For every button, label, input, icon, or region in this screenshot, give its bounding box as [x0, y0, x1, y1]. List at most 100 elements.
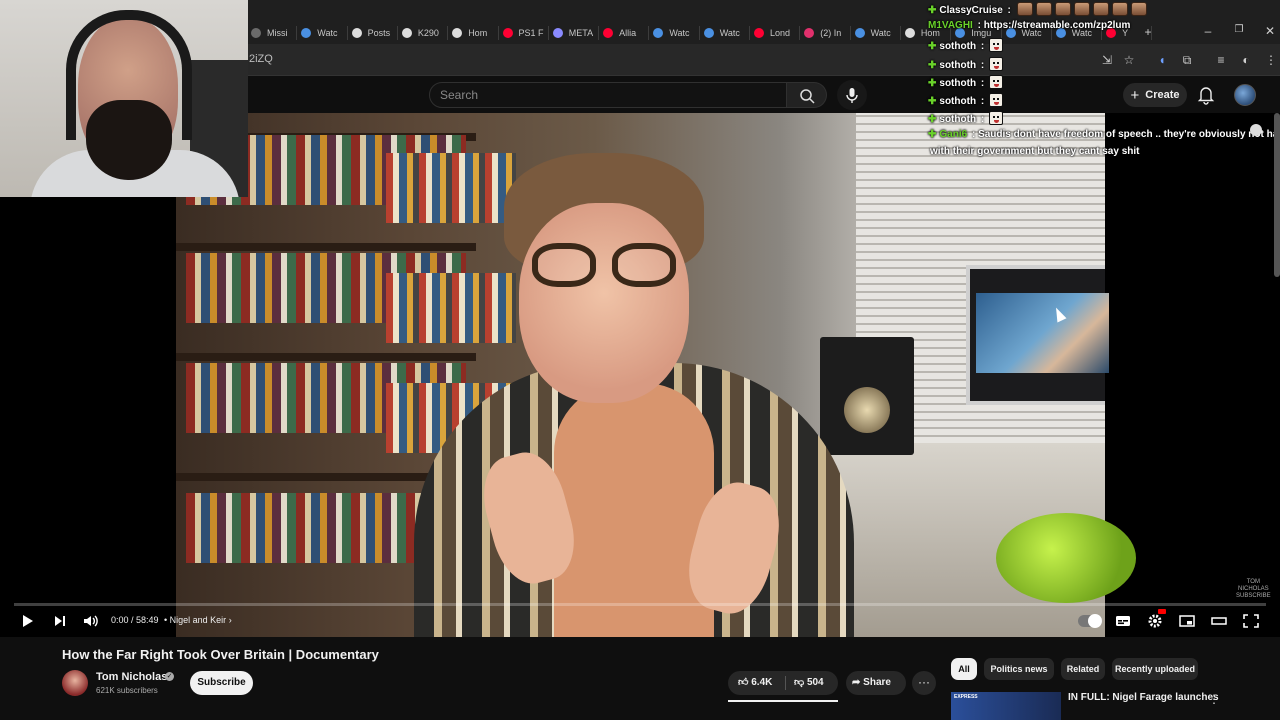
stream-chat-overlay: ✚ ClassyCruise : M1VAGHI : https://stream… — [924, 0, 1280, 170]
face-emote-icon — [1035, 2, 1052, 16]
mute-button[interactable] — [81, 612, 101, 630]
url-field[interactable]: 2iZQ — [249, 53, 273, 65]
more-actions-button[interactable]: ··· — [912, 671, 936, 695]
chat-username[interactable]: sothoth — [939, 41, 976, 52]
chat-message: M1VAGHI : https://streamable.com/zp2lum — [928, 20, 1130, 31]
gear-icon — [1148, 614, 1162, 628]
browser-tab[interactable]: Watc — [301, 22, 343, 44]
miniplayer-button[interactable] — [1177, 612, 1197, 630]
subscriber-badge-icon: ✚ — [928, 129, 937, 141]
browser-tab[interactable]: PS1 F — [502, 22, 545, 44]
skip-next-icon — [55, 616, 65, 626]
video-title: How the Far Right Took Over Britain | Do… — [62, 647, 379, 662]
face-emote-icon — [1111, 2, 1128, 16]
chat-separator: : — [978, 77, 987, 89]
miniplayer-icon — [1179, 615, 1195, 627]
chat-username[interactable]: sothoth — [939, 114, 976, 125]
microphone-icon — [846, 88, 858, 103]
chat-username[interactable]: sothoth — [939, 96, 976, 107]
search-button[interactable] — [787, 82, 827, 108]
filter-chip[interactable]: Politics news — [984, 658, 1054, 680]
chapter-button[interactable]: • Nigel and Keir › — [164, 615, 232, 625]
scream-emote-icon — [988, 38, 1003, 53]
instagram-icon — [804, 28, 815, 38]
face-emote-icon — [1054, 2, 1071, 16]
hd-badge-icon — [1158, 609, 1166, 614]
autoplay-toggle[interactable] — [1078, 614, 1102, 628]
channel-watermark[interactable]: TOM NICHOLAS SUBSCRIBE — [1236, 579, 1271, 600]
search-icon — [800, 89, 815, 104]
related-more-icon[interactable]: ⋮ — [1208, 692, 1220, 706]
scream-emote-icon — [988, 74, 1003, 89]
browser-tab[interactable]: Watc — [653, 22, 695, 44]
channel-name[interactable]: Tom Nicholas — [96, 671, 167, 683]
browser-tab[interactable]: Allia — [603, 22, 645, 44]
subscriber-count: 621K subscribers — [96, 686, 158, 695]
browser-tab[interactable]: META — [552, 22, 595, 44]
chat-emote-icon — [1250, 124, 1262, 136]
browser-tab[interactable]: Watc — [703, 22, 746, 44]
chapter-title: • Nigel and Keir — [164, 615, 227, 625]
video-frame — [176, 113, 1136, 637]
like-button[interactable]: 👍︎ 6.4K — [728, 671, 784, 695]
browser-tab-label: META — [568, 28, 594, 38]
browser-tab-label: Posts — [367, 28, 391, 38]
browser-tab-label: Watc — [317, 28, 338, 38]
browser-tab[interactable]: Watc — [854, 22, 897, 44]
youtube-icon — [603, 28, 614, 38]
chat-username[interactable]: Gani6 — [939, 129, 967, 140]
subscribe-button[interactable]: Subscribe — [190, 671, 253, 695]
browser-tab-label: Hom — [468, 28, 488, 38]
chat-username[interactable]: M1VAGHI — [928, 20, 973, 31]
theater-mode-button[interactable] — [1209, 612, 1229, 630]
browser-tab[interactable]: (2) In — [804, 22, 846, 44]
related-video-thumbnail[interactable]: EXPRESS — [951, 692, 1061, 720]
play-button[interactable] — [18, 612, 38, 630]
thumbs-up-icon: 👍︎ — [738, 677, 749, 688]
settings-button[interactable] — [1145, 609, 1166, 630]
chat-message: ✚ Gani6 : Saudis dont have freedom of spe… — [928, 129, 1280, 140]
verified-check-icon: ✓ — [165, 672, 174, 681]
chat-message: ✚ sothoth : — [928, 38, 1003, 53]
x-icon — [904, 28, 915, 38]
chat-username[interactable]: sothoth — [939, 78, 976, 89]
scream-emote-icon — [988, 111, 1003, 126]
browser-tab-label: PS1 F — [518, 28, 544, 38]
chat-username[interactable]: sothoth — [939, 60, 976, 71]
globe-icon — [301, 28, 312, 38]
browser-tab[interactable]: K290 — [401, 22, 444, 44]
chat-message-continuation: with their government but they cant say … — [930, 146, 1140, 157]
filter-chip[interactable]: All — [951, 658, 977, 680]
browser-tab-label: Missi — [267, 28, 288, 38]
next-button[interactable] — [50, 612, 70, 630]
webcam-overlay — [0, 0, 248, 197]
browser-tab[interactable]: Hom — [452, 22, 494, 44]
browser-tab[interactable]: Posts — [351, 22, 394, 44]
search-input[interactable]: Search — [429, 82, 787, 108]
page-scrollbar[interactable] — [1274, 113, 1280, 277]
scream-emote-icon — [988, 56, 1003, 71]
filter-chip[interactable]: Recently uploaded — [1112, 658, 1198, 680]
related-video-title[interactable]: IN FULL: Nigel Farage launches — [1068, 692, 1219, 703]
channel-avatar[interactable] — [62, 670, 88, 696]
browser-tab-label: Watc — [870, 28, 891, 38]
theater-icon — [1211, 617, 1227, 625]
chat-message: ✚ ClassyCruise : — [928, 2, 1147, 16]
chat-message: ✚ sothoth : — [928, 111, 1003, 126]
play-icon — [23, 615, 33, 627]
subtitles-button[interactable] — [1113, 612, 1133, 630]
chat-text: Saudis dont have freedom of speech .. th… — [978, 129, 1280, 141]
voice-search-button[interactable] — [837, 80, 867, 110]
face-emote-icon — [1073, 2, 1090, 16]
filter-chip[interactable]: Related — [1061, 658, 1105, 680]
fullscreen-button[interactable] — [1241, 612, 1261, 630]
dislike-button[interactable]: 👎︎ 504 — [786, 671, 838, 695]
share-button[interactable]: ➦ Share — [846, 671, 906, 695]
browser-tab[interactable]: Missi — [251, 22, 293, 44]
chat-username[interactable]: ClassyCruise — [939, 5, 1002, 16]
browser-tab[interactable]: Lond — [754, 22, 796, 44]
video-info: How the Far Right Took Over Britain | Do… — [0, 637, 1280, 720]
chat-message: ✚ sothoth : — [928, 56, 1003, 71]
globe-icon — [653, 28, 664, 38]
captions-icon — [1116, 616, 1130, 626]
